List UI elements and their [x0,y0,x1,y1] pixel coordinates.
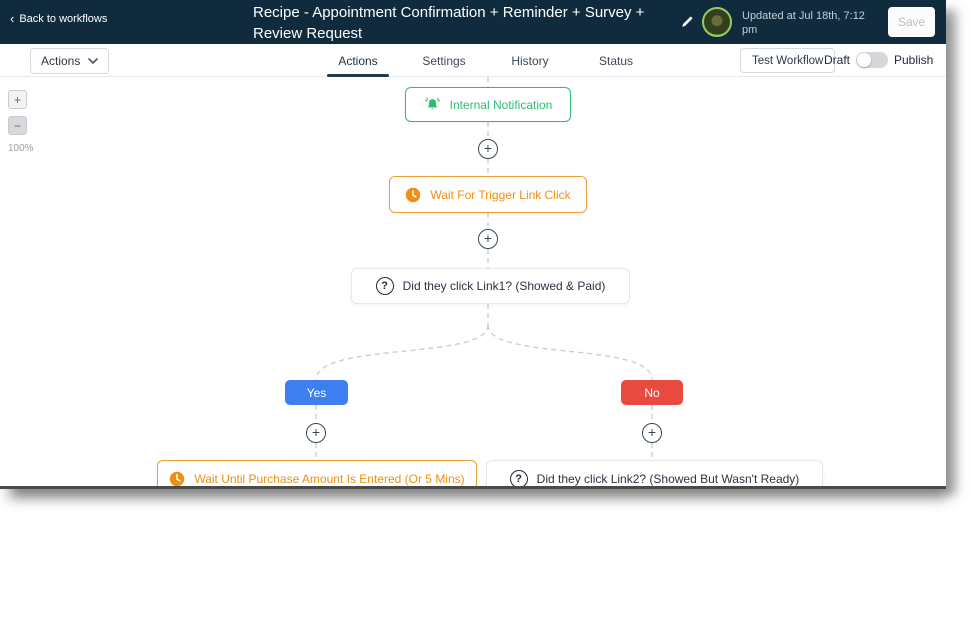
back-chevron-icon: ‹ [10,11,15,26]
branch-no[interactable]: No [621,380,683,405]
question-icon: ? [509,469,528,486]
node-label: Did they click Link2? (Showed But Wasn't… [536,471,800,486]
bell-icon [424,97,440,110]
add-step-button-2[interactable]: + [478,229,498,249]
node-label: Did they click Link1? (Showed & Paid) [402,279,606,293]
actions-dropdown-label: Actions [41,54,81,68]
zoom-out-button[interactable]: − [8,116,27,135]
node-label: Internal Notification [449,97,553,112]
actions-dropdown[interactable]: Actions [30,48,110,74]
zoom-controls: + − 100% [8,90,48,154]
node-condition-link1[interactable]: ? Did they click Link1? (Showed & Paid) [351,268,630,304]
draft-label: Draft [824,53,851,67]
account-avatar[interactable] [702,7,732,37]
publish-label: Publish [894,53,934,67]
workflow-canvas[interactable]: + − 100% Internal Notification + Wait Fo… [0,77,946,486]
branch-label: No [644,385,660,400]
edit-title-pencil-icon[interactable] [680,15,694,29]
workflow-builder-window: ‹ Back to workflows Recipe - Appointment… [0,0,946,489]
publish-toggle[interactable] [856,52,888,68]
page: ‹ Back to workflows Recipe - Appointment… [0,0,970,630]
node-condition-link2[interactable]: ? Did they click Link2? (Showed But Wasn… [486,460,823,486]
question-icon: ? [375,277,394,295]
add-step-button-no[interactable]: + [642,423,662,443]
add-step-button-yes[interactable]: + [306,423,326,443]
branch-yes[interactable]: Yes [285,380,348,405]
workflow-title: Recipe - Appointment Confirmation + Remi… [253,4,645,42]
node-label: Wait Until Purchase Amount Is Entered (O… [194,471,465,486]
workflow-toolbar: Actions Actions Settings History Status … [0,44,946,77]
clock-icon [170,471,185,486]
back-label: Back to workflows [19,13,108,25]
node-wait-for-trigger-link-click[interactable]: Wait For Trigger Link Click [389,176,587,213]
tab-actions[interactable]: Actions [315,44,401,77]
node-label: Wait For Trigger Link Click [430,187,571,202]
clock-icon [406,187,421,202]
chevron-down-icon [88,58,99,64]
node-internal-notification[interactable]: Internal Notification [405,87,571,122]
zoom-level: 100% [8,143,34,154]
test-workflow-button[interactable]: Test Workflow [740,48,836,73]
node-wait-until-purchase-amount[interactable]: Wait Until Purchase Amount Is Entered (O… [157,460,477,486]
app-header: ‹ Back to workflows Recipe - Appointment… [0,0,946,44]
zoom-in-button[interactable]: + [8,90,27,109]
add-step-button-1[interactable]: + [478,139,498,159]
back-to-workflows-link[interactable]: ‹ Back to workflows [10,11,108,26]
tab-settings[interactable]: Settings [401,44,487,77]
branch-label: Yes [306,385,327,400]
toggle-knob [857,53,871,67]
tab-history[interactable]: History [487,44,573,77]
updated-timestamp: Updated at Jul 18th, 7:12 pm [742,10,865,36]
tab-bar: Actions Settings History Status [315,44,659,77]
save-button[interactable]: Save [888,7,935,37]
tab-status[interactable]: Status [573,44,659,77]
